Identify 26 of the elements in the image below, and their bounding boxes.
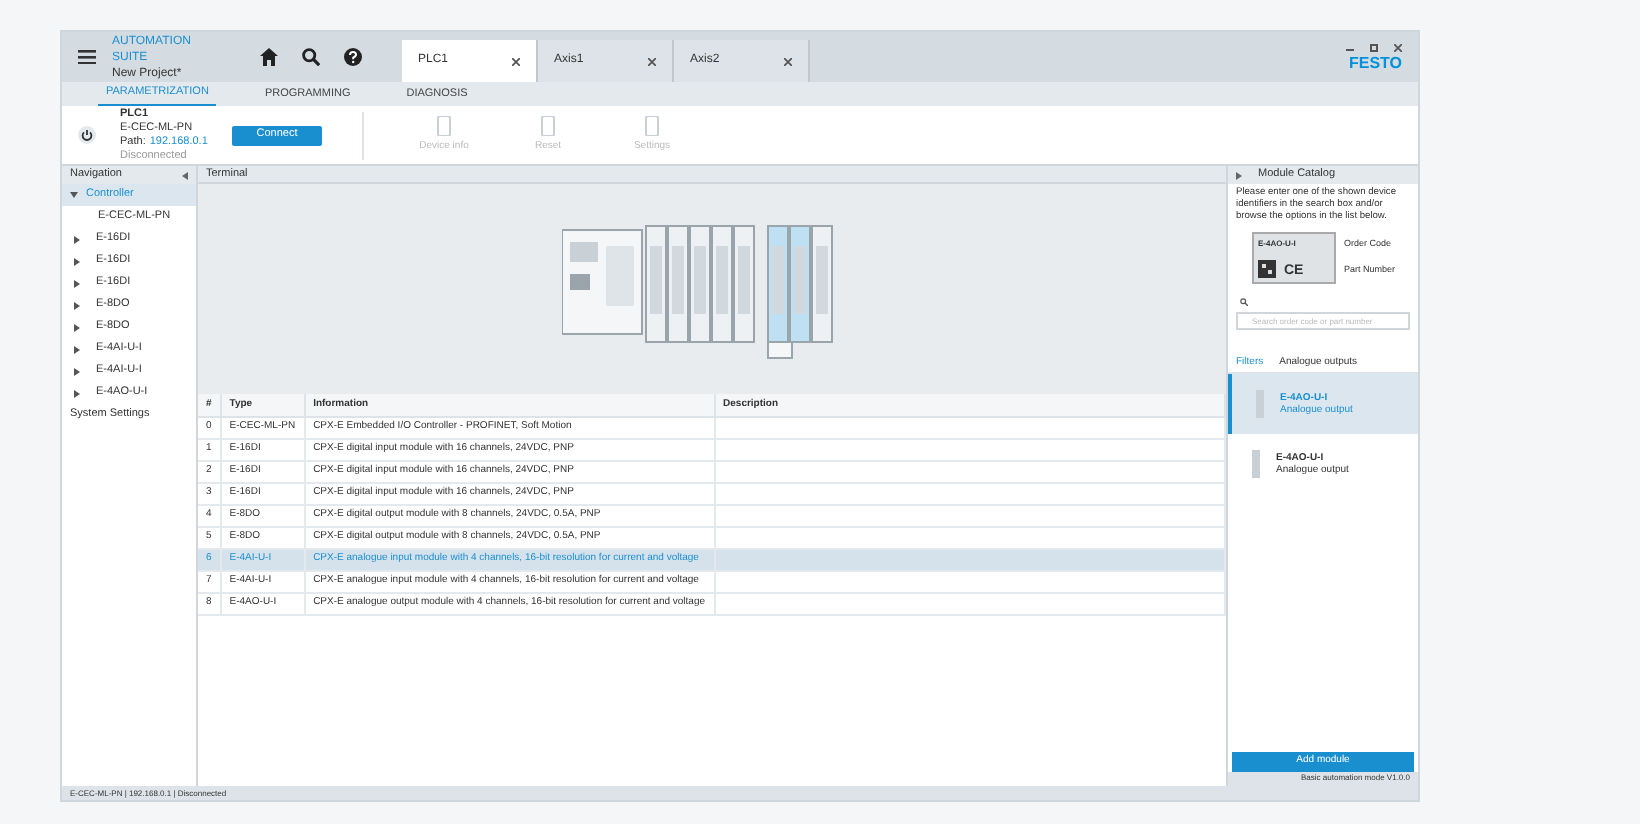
qr-code-icon[interactable] [1258,260,1276,278]
expand-arrow-icon[interactable] [74,279,80,287]
expanded-arrow-icon[interactable] [70,191,78,199]
expand-arrow-icon[interactable] [74,345,80,353]
expand-arrow-icon[interactable] [74,301,80,309]
close-icon[interactable] [648,57,656,65]
close-icon[interactable] [784,57,792,65]
maximize-icon[interactable] [1370,43,1378,51]
minimize-icon[interactable] [1346,43,1354,51]
expand-arrow-icon[interactable] [74,257,80,265]
search-icon[interactable] [1240,297,1248,305]
help-icon[interactable] [344,48,362,66]
expand-arrow-icon[interactable] [74,235,80,243]
search-icon[interactable] [302,48,320,66]
home-icon[interactable] [260,48,278,66]
close-icon[interactable] [512,57,520,65]
expand-icon[interactable] [1236,171,1242,179]
power-icon[interactable] [78,126,96,144]
brand-logo: FESTO [1348,55,1402,71]
expand-arrow-icon[interactable] [74,367,80,375]
menu-icon[interactable] [78,50,96,64]
expand-arrow-icon[interactable] [74,323,80,331]
collapse-icon[interactable] [182,171,188,179]
module-icon [1252,450,1260,478]
expand-arrow-icon[interactable] [74,389,80,397]
close-icon[interactable] [1394,43,1402,51]
